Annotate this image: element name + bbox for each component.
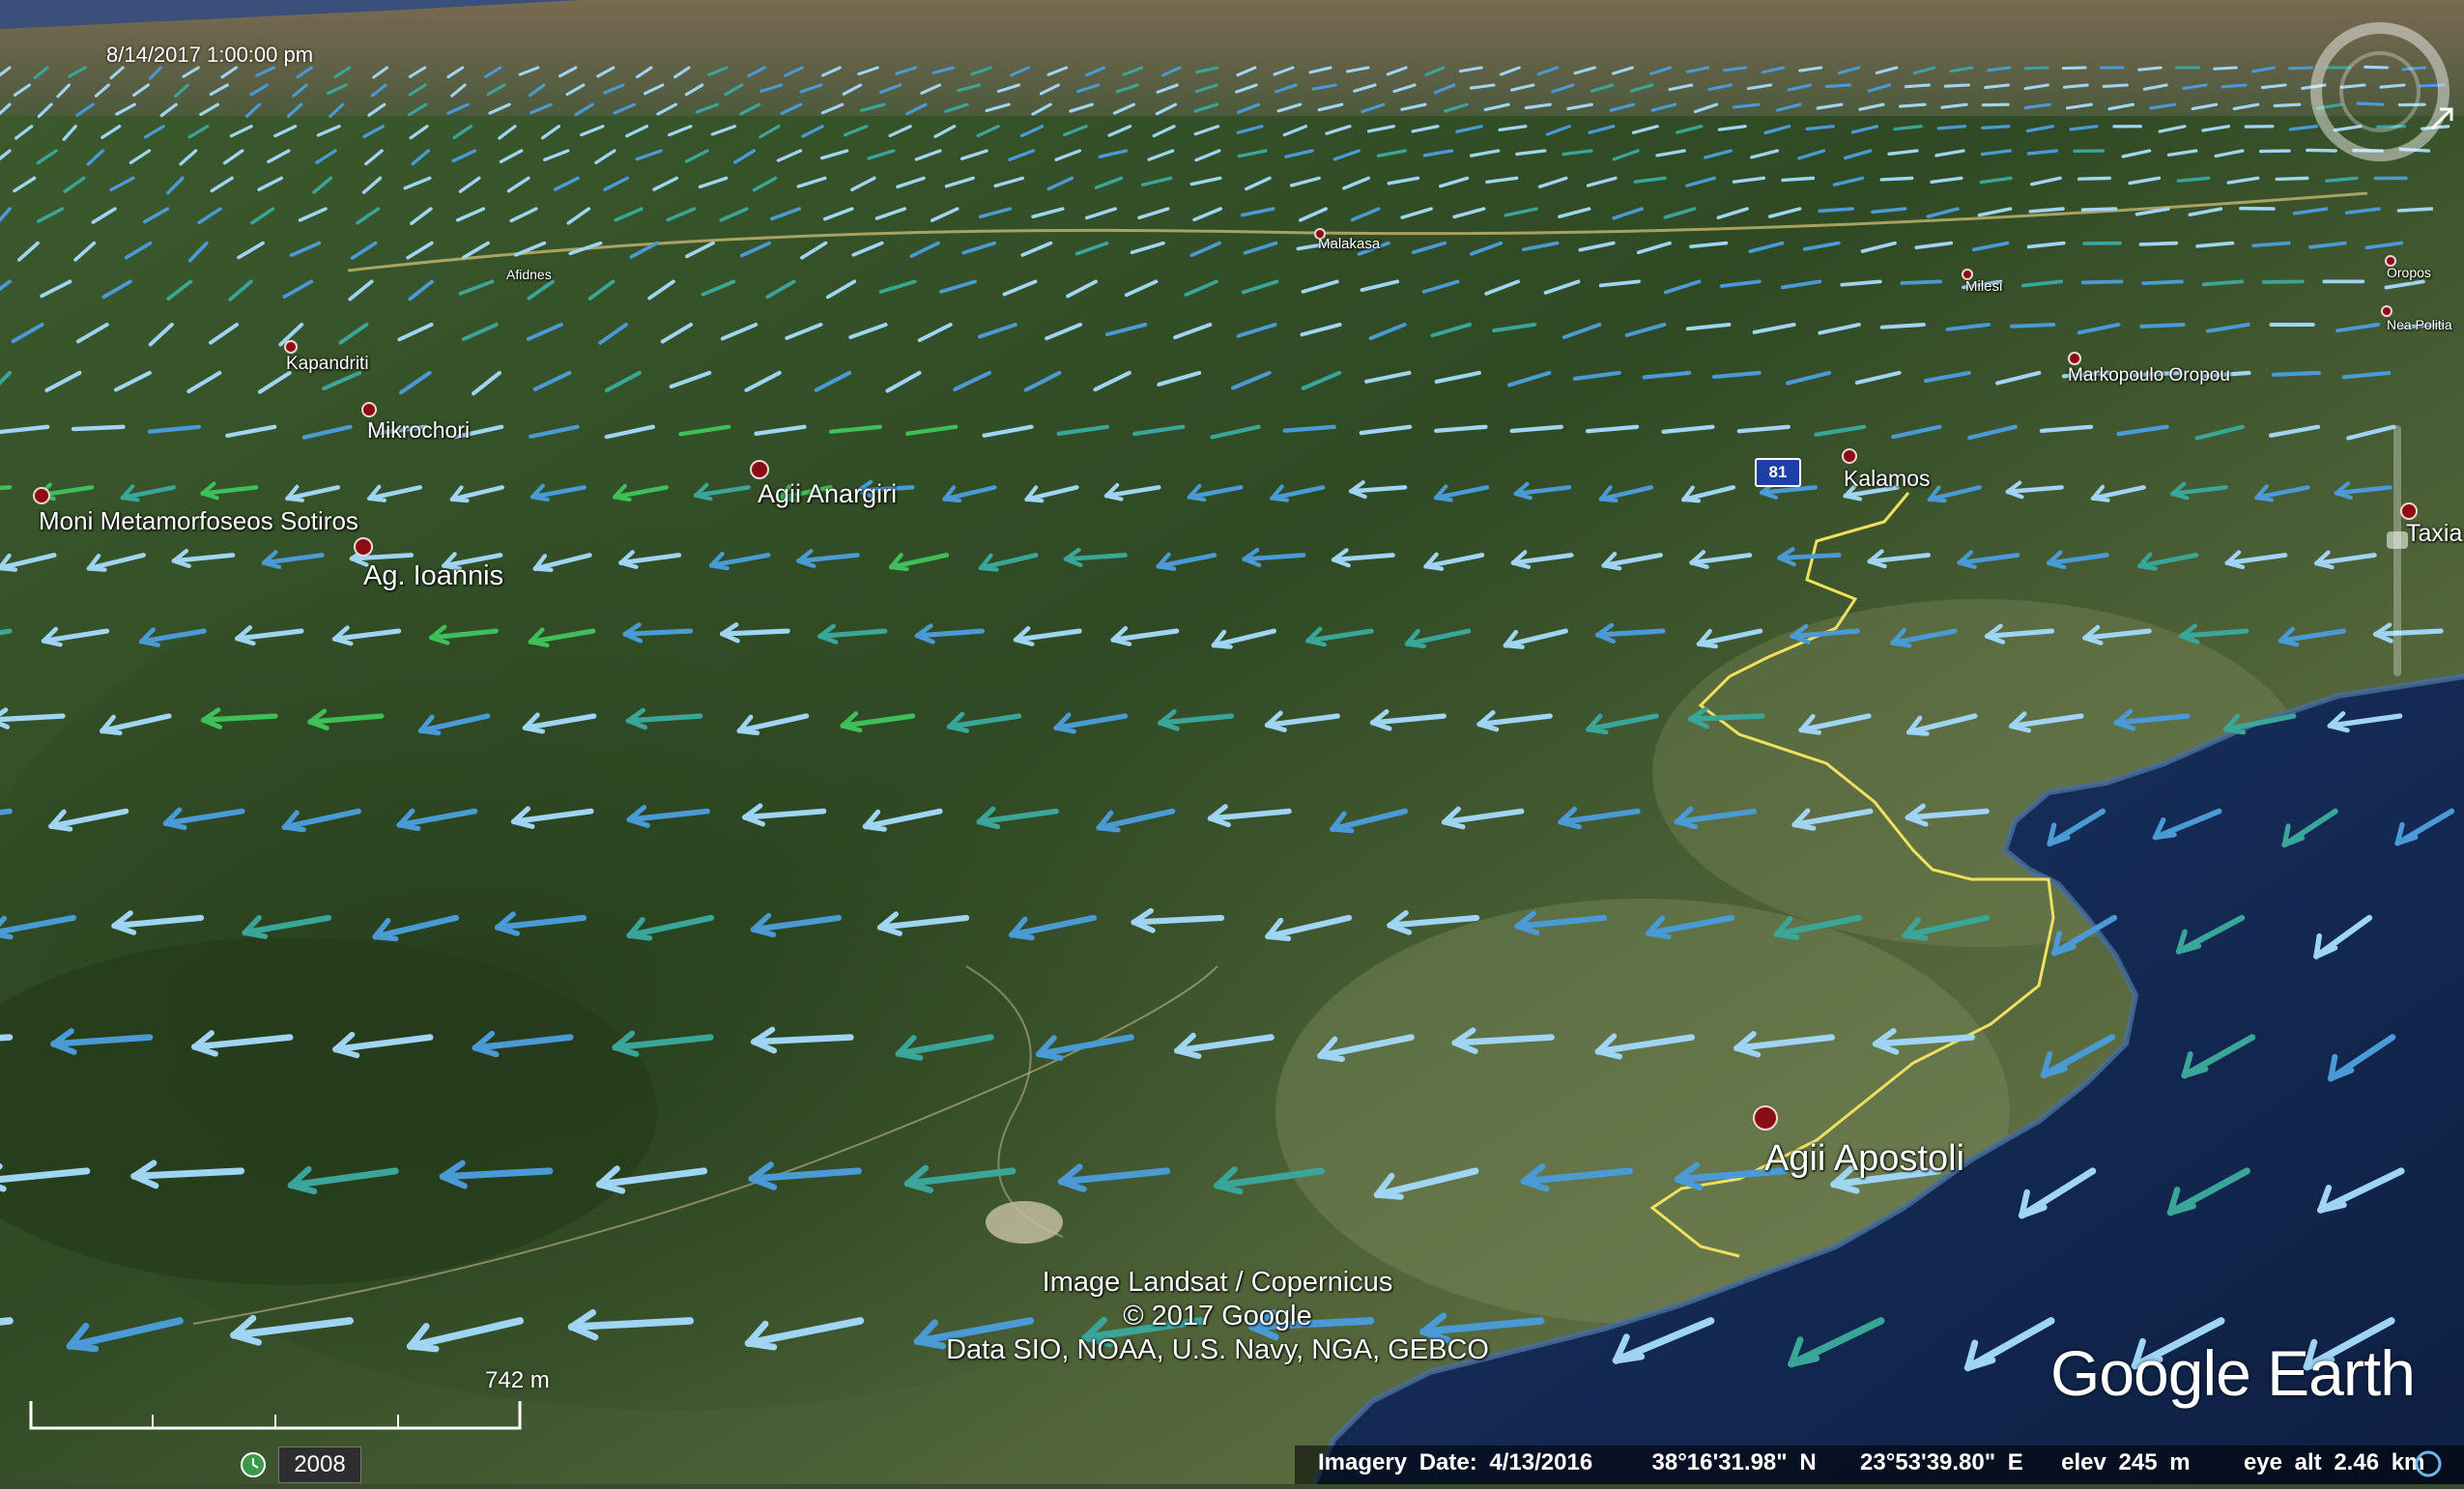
- wind-vector: [1882, 325, 1924, 328]
- quarry: [986, 1201, 1063, 1244]
- wind-vector: [2253, 243, 2289, 246]
- longitude: 23°53'39.80" E: [1860, 1449, 2023, 1475]
- wind-vector: [2274, 373, 2319, 375]
- wind-vector: [2025, 68, 2048, 69]
- wind-vector: [2063, 68, 2085, 69]
- imagery-date: Imagery Date: 4/13/2016: [1318, 1449, 1592, 1475]
- wind-vector: [722, 631, 788, 634]
- road-shield-81: 81: [1755, 458, 1801, 487]
- scale-label: 742 m: [485, 1367, 550, 1394]
- wind-vector: [1938, 127, 1964, 129]
- wind-vector: [2140, 243, 2176, 244]
- place-pin[interactable]: [750, 460, 769, 479]
- wind-vector: [1983, 127, 2009, 129]
- latitude: 38°16'31.98" N: [1652, 1449, 1817, 1475]
- wind-vector: [1819, 209, 1852, 211]
- place-label-milesi[interactable]: Milesi: [1965, 278, 2002, 295]
- wind-vector: [1827, 85, 1850, 86]
- wind-vector: [2012, 325, 2053, 327]
- zoom-slider[interactable]: [2383, 425, 2412, 676]
- sun-icon[interactable]: [2412, 1447, 2445, 1480]
- wind-vector: [2082, 209, 2115, 210]
- terrain-map[interactable]: [0, 0, 2464, 1484]
- earth-viewer[interactable]: Moni Metamorfoseos Sotiros Ag. Ioannis A…: [0, 0, 2464, 1484]
- historical-year-box[interactable]: 2008: [278, 1446, 361, 1483]
- place-pin[interactable]: [1753, 1105, 1778, 1131]
- navigation-ring[interactable]: [2307, 19, 2452, 164]
- place-pin[interactable]: [361, 402, 377, 417]
- scale-bar: [29, 1401, 522, 1430]
- historical-imagery-clock-icon[interactable]: [240, 1451, 267, 1478]
- place-label-malakasa[interactable]: Malakasa: [1318, 236, 1380, 252]
- wind-vector: [1780, 556, 1840, 558]
- place-pin[interactable]: [33, 487, 50, 504]
- place-pin[interactable]: [284, 340, 298, 354]
- wind-vector: [2079, 178, 2110, 179]
- wind-vector: [754, 1037, 850, 1042]
- place-label-nea-politia[interactable]: Nea Politia: [2387, 317, 2452, 332]
- wind-vector: [2275, 104, 2300, 105]
- attribution-line: © 2017 Google: [937, 1300, 1498, 1333]
- wind-vector: [1945, 85, 1968, 86]
- place-label-ag-ioannis[interactable]: Ag. Ioannis: [363, 560, 503, 592]
- wind-vector: [2141, 325, 2183, 327]
- elevation: elev 245 m: [2061, 1449, 2190, 1475]
- wind-vector: [1983, 104, 2008, 105]
- north-arrow-icon[interactable]: [2427, 104, 2456, 133]
- wind-vector: [1905, 85, 1929, 87]
- place-pin[interactable]: [354, 537, 373, 557]
- place-label-agii-apostoli[interactable]: Agii Apostoli: [1764, 1138, 1964, 1180]
- attribution-line: Data SIO, NOAA, U.S. Navy, NGA, GEBCO: [937, 1333, 1498, 1367]
- place-label-taxia[interactable]: Taxia: [2406, 520, 2462, 548]
- wind-vector: [2215, 68, 2237, 69]
- place-label-mikrochori[interactable]: Mikrochori: [367, 417, 470, 444]
- wind-vector: [2277, 178, 2307, 179]
- wind-vector: [2083, 281, 2122, 282]
- far-terrain: [0, 0, 2464, 116]
- place-pin[interactable]: [2068, 352, 2081, 365]
- wind-vector: [2222, 85, 2246, 87]
- place-label-agii-anargiri[interactable]: Agii Anargiri: [758, 479, 897, 509]
- imagery-attribution: Image Landsat / Copernicus © 2017 Google…: [937, 1266, 1498, 1367]
- wind-vector-head: [2316, 936, 2319, 957]
- place-label-kalamos[interactable]: Kalamos: [1844, 466, 1930, 492]
- attribution-line: Image Landsat / Copernicus: [937, 1266, 1498, 1300]
- wind-vector: [625, 631, 691, 634]
- wind-vector: [2398, 209, 2431, 211]
- place-pin[interactable]: [2381, 305, 2392, 317]
- wind-vector: [1690, 716, 1762, 719]
- wind-vector: [1902, 281, 1940, 283]
- wind-vector: [2104, 85, 2127, 86]
- place-pin[interactable]: [1842, 448, 1857, 464]
- place-label-oropos[interactable]: Oropos: [2387, 265, 2431, 280]
- place-label-markopoulo-oropou[interactable]: Markopoulo Oropou: [2068, 365, 2230, 387]
- wind-vector: [2264, 281, 2303, 282]
- place-label-kapandriti[interactable]: Kapandriti: [286, 354, 369, 375]
- wind-vector: [1901, 104, 1926, 106]
- wind-vector-head: [0, 933, 11, 937]
- wind-vector: [1783, 178, 1813, 180]
- google-earth-logo: Google Earth: [2050, 1336, 2415, 1410]
- wind-vector-head: [2331, 1057, 2335, 1078]
- status-readout: Imagery Date: 4/13/2016 38°16'31.98" N 2…: [1318, 1449, 2424, 1476]
- time-readout: 8/14/2017 1:00:00 pm: [106, 43, 313, 68]
- wind-vector: [1881, 178, 1911, 180]
- wind-vector: [2143, 281, 2182, 283]
- wind-vector: [2261, 151, 2289, 152]
- place-label-afidnes[interactable]: Afidnes: [506, 267, 552, 282]
- eye-altitude: eye alt 2.46 km: [2244, 1449, 2424, 1475]
- wind-vector: [73, 427, 123, 429]
- wind-vector-head: [0, 568, 15, 570]
- place-label-moni-metamorfoseos-sotiros[interactable]: Moni Metamorfoseos Sotiros: [39, 506, 358, 536]
